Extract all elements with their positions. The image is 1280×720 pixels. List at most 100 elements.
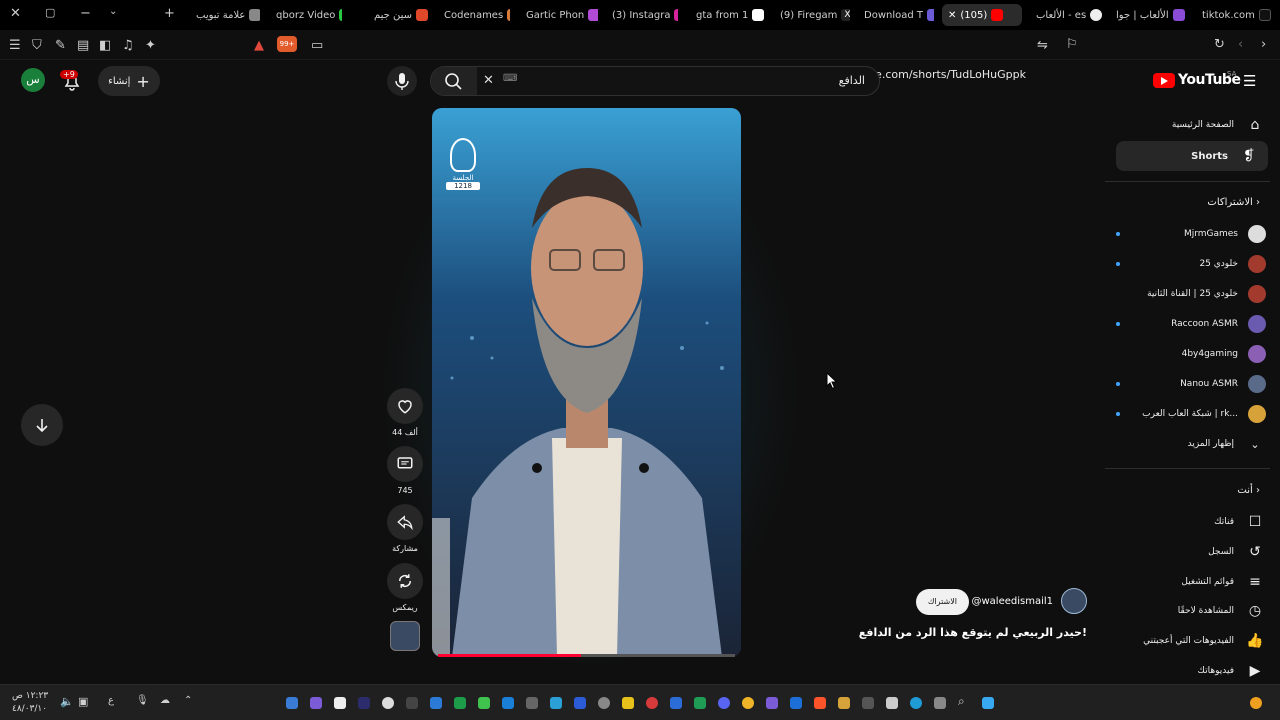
cloud-icon[interactable]: ☁ xyxy=(160,695,170,706)
app-icon[interactable] xyxy=(598,697,610,709)
shield-icon[interactable]: ⛉ xyxy=(32,38,42,53)
file-icon[interactable] xyxy=(334,697,346,709)
channel-handle[interactable]: @waleedismail1 xyxy=(971,596,1053,607)
sidebar-item-shorts[interactable]: Shorts ❡ xyxy=(1116,141,1268,171)
next-short-button[interactable] xyxy=(21,404,63,446)
tab-0[interactable]: tiktok.com xyxy=(1196,4,1276,26)
tab-12[interactable]: علامة تبويب xyxy=(190,4,260,26)
sidebar-item-your-channel[interactable]: قناتك ☐ xyxy=(1116,508,1266,536)
close-tab-icon[interactable]: ✕ xyxy=(948,10,956,21)
tab-active-youtube[interactable]: ✕ (105) xyxy=(942,4,1022,26)
comments-button[interactable] xyxy=(387,446,423,482)
weather-icon[interactable] xyxy=(1250,697,1262,709)
comments-action[interactable]: 745 xyxy=(386,446,424,495)
tab-list-icon[interactable]: ⌄ xyxy=(109,6,117,17)
input-language[interactable]: ع xyxy=(108,695,114,706)
network-icon[interactable]: ▣ xyxy=(78,695,88,708)
sidebar-item-home[interactable]: الصفحة الرئيسية ⌂ xyxy=(1116,111,1266,139)
subscription-item[interactable]: Nanou ASMR xyxy=(1116,370,1266,398)
maximize-icon[interactable]: ▢ xyxy=(45,6,55,19)
url-field[interactable] xyxy=(245,33,1090,57)
like-action[interactable]: 44 ألف xyxy=(386,388,424,437)
chevron-up-icon[interactable]: ⌃ xyxy=(184,695,192,706)
tab-8[interactable]: Gartic Phon xyxy=(520,4,598,26)
youtube-logo[interactable]: YouTube SA xyxy=(1153,70,1241,88)
app-icon[interactable] xyxy=(550,697,562,709)
microphone-tray-icon[interactable]: 🎙 xyxy=(136,695,149,706)
subscriptions-heading[interactable]: الاشتراكات › xyxy=(1207,197,1260,208)
search-taskbar-icon[interactable]: ⌕ xyxy=(958,694,965,709)
minimize-icon[interactable]: − xyxy=(80,6,91,21)
short-video-player[interactable]: الجلسة 1218 xyxy=(432,108,741,657)
keyboard-icon[interactable]: ⌨ xyxy=(503,73,517,84)
volume-icon[interactable]: 🔈 xyxy=(60,695,74,708)
tab-1[interactable]: الألعاب | جوا xyxy=(1110,4,1194,26)
tab-9[interactable]: Codenames xyxy=(438,4,510,26)
share-action[interactable]: مشاركة xyxy=(386,504,424,553)
sidebar-item-playlists[interactable]: قوائم التشغيل ≡ xyxy=(1116,568,1266,596)
sidebar-item-history[interactable]: السجل ↺ xyxy=(1116,538,1266,566)
app-icon[interactable] xyxy=(622,697,634,709)
tab-11[interactable]: qborz Video xyxy=(270,4,342,26)
remix-button[interactable] xyxy=(387,563,423,599)
voice-search-button[interactable] xyxy=(387,66,417,96)
app-icon[interactable] xyxy=(862,697,874,709)
tab-6[interactable]: gta from 1 xyxy=(690,4,764,26)
app-icon[interactable] xyxy=(694,697,706,709)
steam-icon[interactable] xyxy=(790,697,802,709)
puzzle-icon[interactable]: ✦ xyxy=(145,38,156,53)
brave-rewards-icon[interactable]: ▲ xyxy=(254,38,264,53)
forward-icon[interactable]: ‹ xyxy=(1238,37,1243,52)
close-window-icon[interactable]: ✕ xyxy=(10,6,21,21)
create-button[interactable]: إنشاء + xyxy=(98,66,160,96)
app-icon[interactable] xyxy=(478,697,490,709)
wallet-icon[interactable]: ▤ xyxy=(77,38,89,53)
like-button[interactable] xyxy=(387,388,423,424)
tab-5[interactable]: (9) Firegam X xyxy=(774,4,850,26)
app-icon[interactable] xyxy=(286,697,298,709)
app-icon[interactable] xyxy=(670,697,682,709)
extension-icon[interactable]: ✎ xyxy=(55,38,66,53)
app-icon[interactable] xyxy=(310,697,322,709)
sidebar-item-liked-videos[interactable]: الفيديوهات التي أعجبتني 👍 xyxy=(1116,627,1266,655)
system-clock[interactable]: ١٢:٢٣ ص ٤٨/٠٣/١٠ xyxy=(12,690,48,716)
windows-start-icon[interactable] xyxy=(982,697,994,709)
app-icon[interactable] xyxy=(526,697,538,709)
subscription-item[interactable]: 4by4gaming xyxy=(1116,340,1266,368)
tab-10[interactable]: سين جيم xyxy=(368,4,428,26)
tab-7[interactable]: (3) Instagra xyxy=(606,4,678,26)
excel-icon[interactable] xyxy=(454,697,466,709)
menu-icon[interactable]: ☰ xyxy=(9,38,21,53)
tab-2[interactable]: الألعاب - es xyxy=(1030,4,1102,26)
discord-icon[interactable] xyxy=(718,697,730,709)
cast-icon[interactable]: ▭ xyxy=(311,38,323,53)
app-icon[interactable] xyxy=(766,697,778,709)
subscribe-button[interactable]: الاشتراك xyxy=(915,589,969,615)
short-title[interactable]: حيدر الربيعي لم يتوقع هذا الرد من الدافع… xyxy=(859,626,1087,639)
channel-avatar[interactable] xyxy=(1061,588,1087,614)
app-icon[interactable] xyxy=(742,697,754,709)
app-icon[interactable] xyxy=(358,697,370,709)
app-icon[interactable] xyxy=(646,697,658,709)
search-box[interactable]: ✕ ⌨ الدافع xyxy=(430,66,880,96)
guide-menu-icon[interactable]: ☰ xyxy=(1243,72,1256,90)
store-icon[interactable] xyxy=(886,697,898,709)
music-icon[interactable]: ♫ xyxy=(122,38,134,53)
subscription-item[interactable]: MjrmGames xyxy=(1116,220,1266,248)
sidebar-item-your-videos[interactable]: فيديوهاتك ▶ xyxy=(1116,657,1266,685)
tab-4[interactable]: Download T xyxy=(858,4,934,26)
show-more-button[interactable]: إظهار المزيد ⌄ xyxy=(1116,430,1266,458)
sidebar-item-watch-later[interactable]: المشاهدة لاحقًا ◷ xyxy=(1116,597,1266,625)
share-button[interactable] xyxy=(387,504,423,540)
remix-action[interactable]: ريمكس xyxy=(386,563,424,612)
sidebar-icon[interactable]: ◧ xyxy=(99,38,111,53)
subscription-item[interactable]: خلودي 25 | القناة الثانية xyxy=(1116,280,1266,308)
app-icon[interactable] xyxy=(574,697,586,709)
subscription-item[interactable]: Raccoon ASMR xyxy=(1116,310,1266,338)
brave-icon[interactable] xyxy=(814,697,826,709)
subscription-item[interactable]: خلودي 25 xyxy=(1116,250,1266,278)
tune-icon[interactable]: ⇋ xyxy=(1037,38,1048,53)
edge-icon[interactable] xyxy=(910,697,922,709)
new-tab-button[interactable]: + xyxy=(164,6,175,21)
app-icon[interactable] xyxy=(838,697,850,709)
